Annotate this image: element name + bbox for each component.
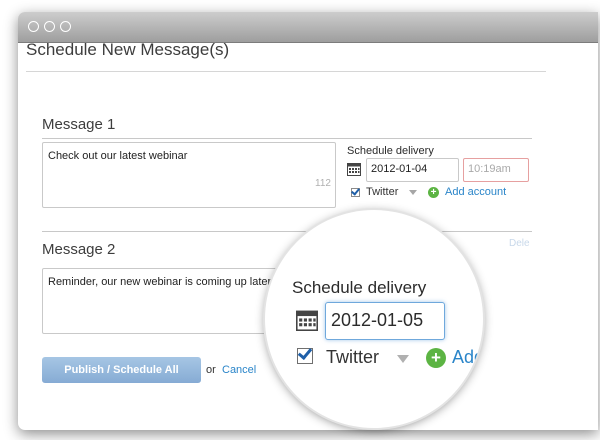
message-2-divider bbox=[42, 231, 532, 232]
message-1-text: Check out our latest webinar bbox=[48, 150, 188, 162]
calendar-icon[interactable] bbox=[347, 162, 361, 176]
title-divider bbox=[26, 71, 546, 72]
message-2-delete-link[interactable]: Dele bbox=[509, 238, 530, 249]
chevron-down-icon[interactable] bbox=[409, 190, 417, 195]
publish-schedule-all-button[interactable]: Publish / Schedule All bbox=[42, 357, 201, 383]
message-1-textarea[interactable]: Check out our latest webinar 112 bbox=[42, 142, 336, 208]
magnified-network-label: Twitter bbox=[326, 347, 380, 367]
or-text: or bbox=[206, 364, 216, 376]
message-1-time-input[interactable]: 10:19am bbox=[463, 158, 529, 182]
message-1-date-input[interactable]: 2012-01-04 bbox=[366, 158, 459, 182]
chevron-down-icon[interactable] bbox=[397, 355, 409, 363]
message-1-network-label: Twitter bbox=[366, 186, 399, 198]
message-1-divider bbox=[42, 138, 532, 139]
zoom-window-icon[interactable] bbox=[60, 21, 71, 32]
plus-circle-icon[interactable]: + bbox=[426, 348, 446, 368]
magnifier-callout: am Schedule delivery 2012-01-05 ount Twi… bbox=[265, 210, 483, 428]
minimize-window-icon[interactable] bbox=[44, 21, 55, 32]
cancel-link[interactable]: Cancel bbox=[222, 364, 256, 376]
message-1-schedule-label: Schedule delivery bbox=[347, 145, 434, 157]
title-bar bbox=[18, 12, 598, 43]
add-account-link[interactable]: Add account bbox=[445, 186, 506, 198]
magnified-twitter-checkbox[interactable] bbox=[297, 348, 313, 364]
magnified-add-link[interactable]: Add bbox=[452, 347, 483, 368]
magnified-schedule-label: Schedule delivery bbox=[292, 278, 427, 297]
page-title: Schedule New Message(s) bbox=[26, 40, 230, 59]
calendar-icon[interactable] bbox=[296, 309, 318, 331]
plus-circle-icon[interactable]: + bbox=[428, 187, 439, 198]
message-1-char-count: 112 bbox=[315, 178, 331, 189]
close-window-icon[interactable] bbox=[28, 21, 39, 32]
message-2-heading: Message 2 bbox=[42, 241, 116, 258]
message-1-twitter-checkbox[interactable] bbox=[351, 188, 360, 197]
magnified-date-input[interactable]: 2012-01-05 bbox=[325, 302, 445, 340]
message-1-heading: Message 1 bbox=[42, 116, 116, 133]
